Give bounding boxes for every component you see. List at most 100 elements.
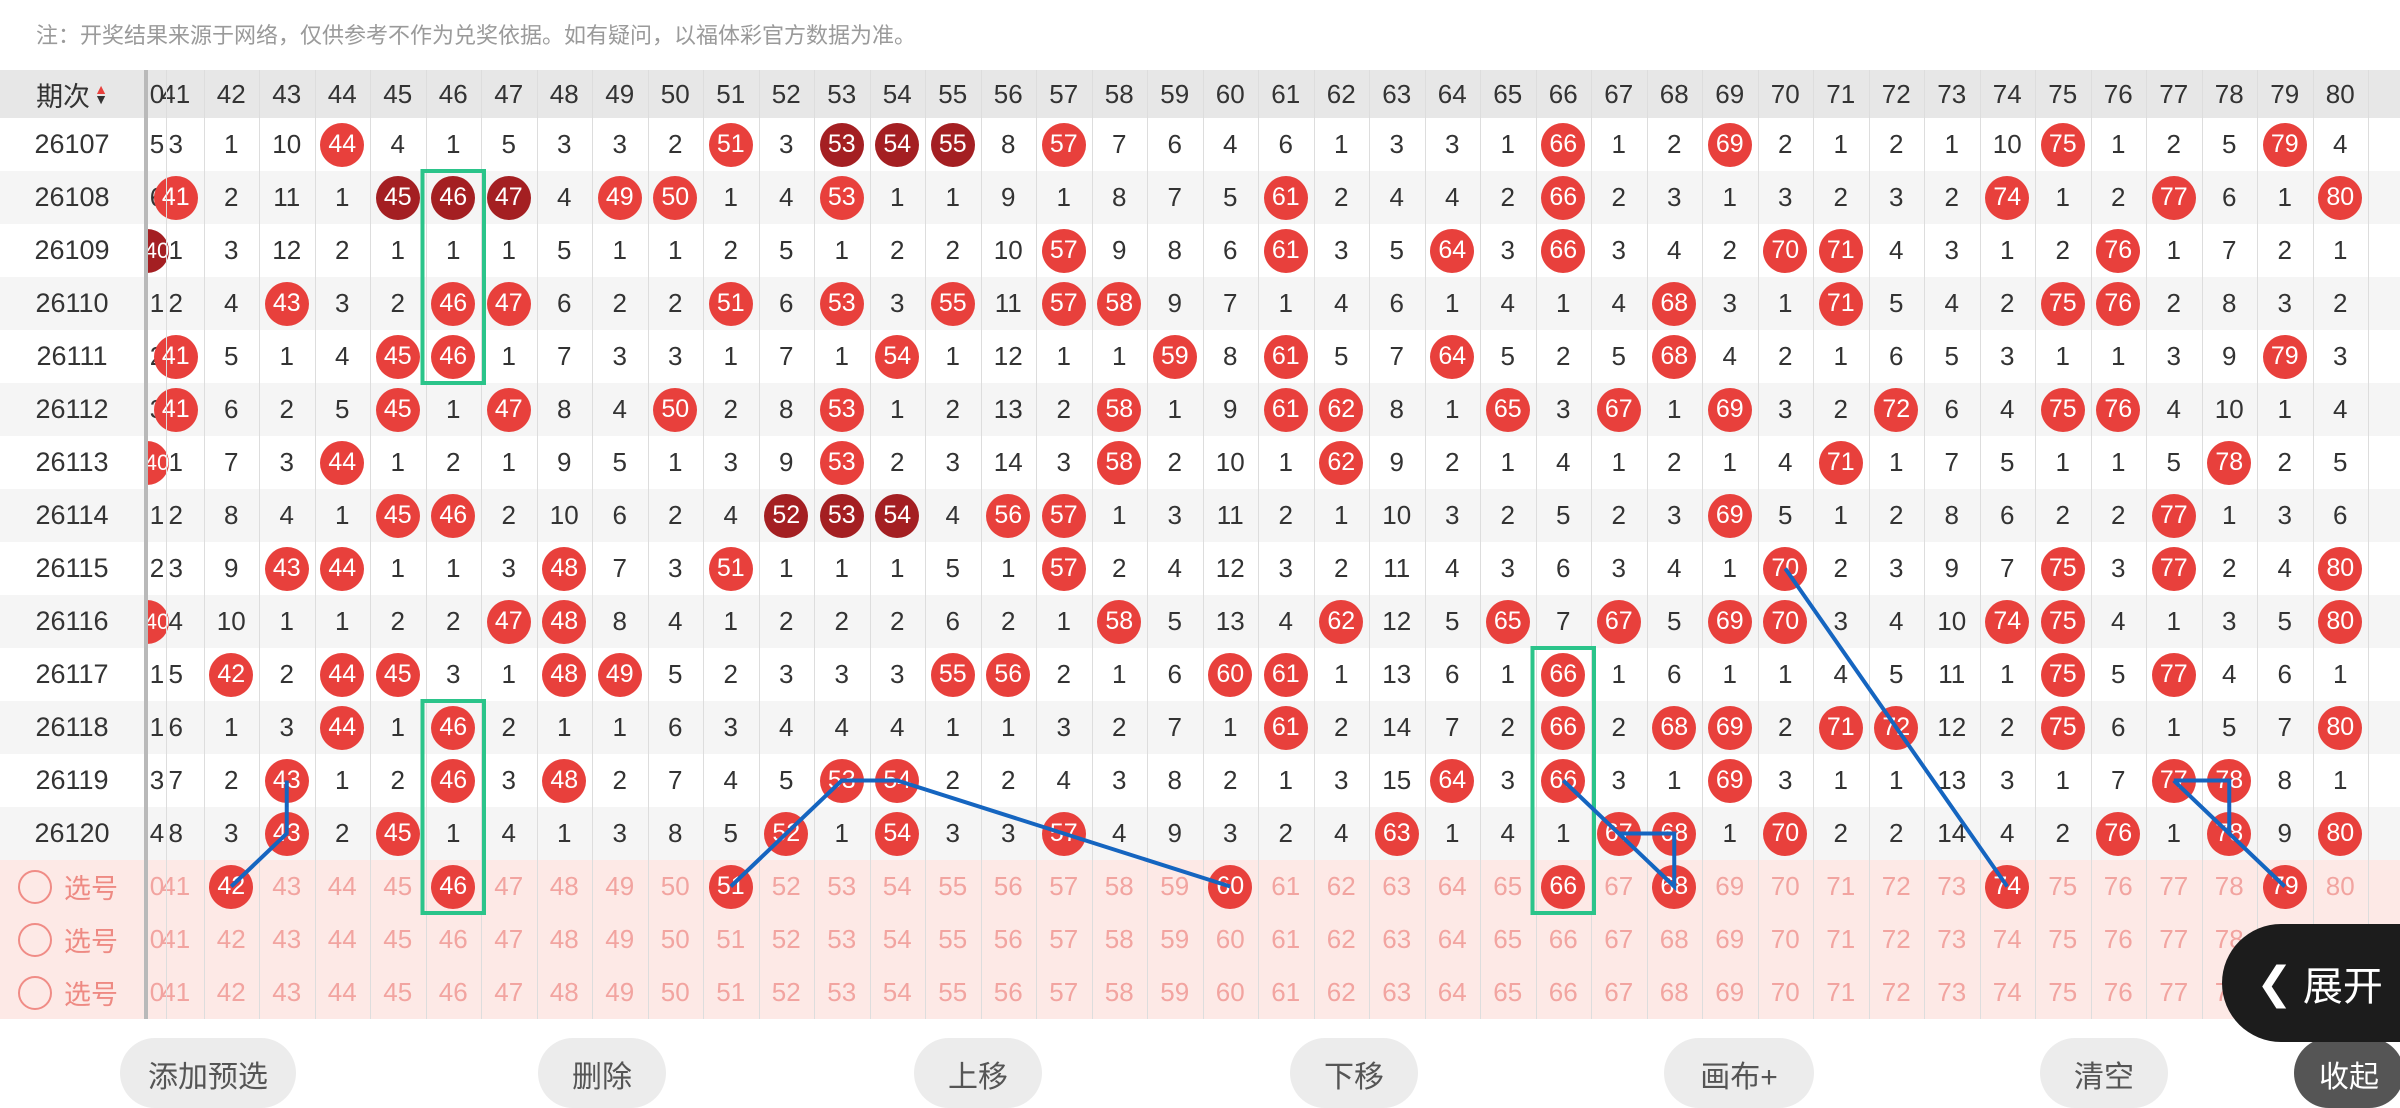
cell-9[interactable]: 49 <box>592 966 648 1019</box>
pick-row[interactable]: 选号 0 41 42 43 44 45 46 47 48 49 50 51 52 53 54 55 56 57 58 5… <box>0 966 2400 1019</box>
cell-8[interactable]: 48 <box>537 860 593 913</box>
cell-22[interactable]: 62 <box>1314 966 1370 1019</box>
cell-12[interactable]: 52 <box>759 913 815 966</box>
cell-11[interactable]: 51 <box>703 966 759 1019</box>
cell-13[interactable]: 53 <box>814 913 870 966</box>
cell-6[interactable]: 46 <box>426 966 482 1019</box>
cell-25[interactable]: 65 <box>1480 860 1536 913</box>
cell-32[interactable]: 72 <box>1869 913 1925 966</box>
cell-19[interactable]: 59 <box>1147 860 1203 913</box>
expand-button[interactable]: ❮ 展开 <box>2222 924 2400 1042</box>
cell-13[interactable]: 53 <box>814 860 870 913</box>
cell-32[interactable]: 72 <box>1869 860 1925 913</box>
cell-28[interactable]: 68 <box>1647 966 1703 1019</box>
cell-14[interactable]: 54 <box>870 913 926 966</box>
cell-23[interactable]: 63 <box>1369 966 1425 1019</box>
cell-17[interactable]: 57 <box>1036 860 1092 913</box>
cell-27[interactable]: 67 <box>1591 913 1647 966</box>
cell-10[interactable]: 50 <box>648 913 704 966</box>
pick-row[interactable]: 选号 0 41 42 43 44 45 46 47 48 49 50 51 52 53 54 55 56 57 58 5… <box>0 913 2400 966</box>
cell-25[interactable]: 65 <box>1480 913 1536 966</box>
add-preselect-button[interactable]: 添加预选 <box>120 1038 296 1108</box>
cell-35[interactable]: 75 <box>2035 966 2091 1019</box>
cell-15[interactable]: 55 <box>925 913 981 966</box>
cell-18[interactable]: 58 <box>1092 913 1148 966</box>
cell-20[interactable]: 60 <box>1203 913 1259 966</box>
cell-17[interactable]: 57 <box>1036 913 1092 966</box>
cell-18[interactable]: 58 <box>1092 966 1148 1019</box>
cell-3[interactable]: 43 <box>259 913 315 966</box>
cell-1[interactable]: 41 <box>148 966 204 1019</box>
cell-10[interactable]: 50 <box>648 860 704 913</box>
cell-5[interactable]: 45 <box>370 913 426 966</box>
move-down-button[interactable]: 下移 <box>1290 1038 1418 1108</box>
cell-2[interactable]: 42 <box>204 860 260 913</box>
cell-22[interactable]: 62 <box>1314 913 1370 966</box>
cell-24[interactable]: 64 <box>1425 966 1481 1019</box>
cell-4[interactable]: 44 <box>315 860 371 913</box>
cell-12[interactable]: 52 <box>759 860 815 913</box>
cell-14[interactable]: 54 <box>870 860 926 913</box>
radio-circle-icon[interactable] <box>18 922 52 957</box>
cell-25[interactable]: 65 <box>1480 966 1536 1019</box>
cell-4[interactable]: 44 <box>315 913 371 966</box>
cell-8[interactable]: 48 <box>537 913 593 966</box>
cell-37[interactable]: 77 <box>2146 913 2202 966</box>
cell-30[interactable]: 70 <box>1758 966 1814 1019</box>
cell-6[interactable]: 46 <box>426 860 482 913</box>
delete-button[interactable]: 删除 <box>538 1038 666 1108</box>
pick-row-label[interactable]: 选号 <box>0 913 144 966</box>
cell-20[interactable]: 60 <box>1203 860 1259 913</box>
cell-23[interactable]: 63 <box>1369 913 1425 966</box>
cell-4[interactable]: 44 <box>315 966 371 1019</box>
cell-32[interactable]: 72 <box>1869 966 1925 1019</box>
pick-row[interactable]: 选号 0 41 42 43 44 45 46 47 48 49 50 51 52 53 54 55 56 57 58 5… <box>0 860 2400 913</box>
cell-5[interactable]: 45 <box>370 860 426 913</box>
cell-30[interactable]: 70 <box>1758 913 1814 966</box>
cell-34[interactable]: 74 <box>1980 966 2036 1019</box>
pick-row-label[interactable]: 选号 <box>0 860 144 913</box>
cell-33[interactable]: 73 <box>1924 860 1980 913</box>
cell-1[interactable]: 41 <box>148 860 204 913</box>
cell-29[interactable]: 69 <box>1702 860 1758 913</box>
cell-40[interactable]: 80 <box>2313 860 2369 913</box>
cell-21[interactable]: 61 <box>1258 860 1314 913</box>
cell-34[interactable]: 74 <box>1980 913 2036 966</box>
cell-16[interactable]: 56 <box>981 913 1037 966</box>
cell-15[interactable]: 55 <box>925 966 981 1019</box>
cell-31[interactable]: 71 <box>1813 860 1869 913</box>
cell-23[interactable]: 63 <box>1369 860 1425 913</box>
cell-35[interactable]: 75 <box>2035 860 2091 913</box>
cell-36[interactable]: 76 <box>2091 860 2147 913</box>
cell-9[interactable]: 49 <box>592 860 648 913</box>
cell-20[interactable]: 60 <box>1203 966 1259 1019</box>
cell-10[interactable]: 50 <box>648 966 704 1019</box>
move-up-button[interactable]: 上移 <box>914 1038 1042 1108</box>
cell-6[interactable]: 46 <box>426 913 482 966</box>
cell-29[interactable]: 69 <box>1702 966 1758 1019</box>
clear-button[interactable]: 清空 <box>2040 1038 2168 1108</box>
cell-7[interactable]: 47 <box>481 913 537 966</box>
radio-circle-icon[interactable] <box>18 975 52 1010</box>
cell-26[interactable]: 66 <box>1536 966 1592 1019</box>
cell-19[interactable]: 59 <box>1147 966 1203 1019</box>
cell-18[interactable]: 58 <box>1092 860 1148 913</box>
cell-39[interactable]: 79 <box>2257 860 2313 913</box>
cell-1[interactable]: 41 <box>148 913 204 966</box>
cell-2[interactable]: 42 <box>204 913 260 966</box>
cell-12[interactable]: 52 <box>759 966 815 1019</box>
canvas-plus-button[interactable]: 画布+ <box>1664 1038 1814 1108</box>
cell-14[interactable]: 54 <box>870 966 926 1019</box>
cell-7[interactable]: 47 <box>481 860 537 913</box>
cell-21[interactable]: 61 <box>1258 913 1314 966</box>
cell-31[interactable]: 71 <box>1813 913 1869 966</box>
cell-24[interactable]: 64 <box>1425 860 1481 913</box>
sort-icon[interactable]: ▲ ▼ <box>94 82 108 106</box>
cell-3[interactable]: 43 <box>259 860 315 913</box>
cell-8[interactable]: 48 <box>537 966 593 1019</box>
cell-17[interactable]: 57 <box>1036 966 1092 1019</box>
cell-28[interactable]: 68 <box>1647 860 1703 913</box>
cell-38[interactable]: 78 <box>2202 860 2258 913</box>
cell-31[interactable]: 71 <box>1813 966 1869 1019</box>
collapse-button[interactable]: 收起 <box>2294 1038 2400 1108</box>
